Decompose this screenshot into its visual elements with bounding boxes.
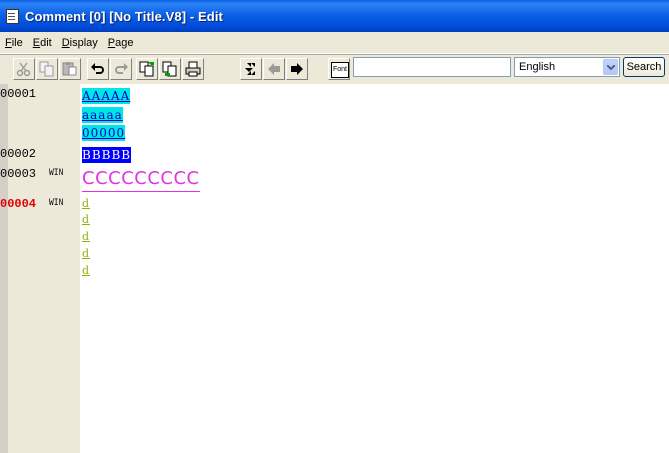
jump-button[interactable] — [240, 58, 262, 80]
redo-icon — [115, 63, 128, 74]
cell-upper-b[interactable]: BBBBB — [82, 147, 132, 163]
paste-icon — [62, 62, 77, 76]
copy-button[interactable] — [36, 58, 58, 80]
language-value: English — [519, 61, 556, 73]
back-button[interactable] — [263, 58, 285, 80]
language-select[interactable]: English — [514, 57, 620, 77]
line-number: 00002 — [0, 147, 37, 161]
cell-lower-d[interactable]: d — [82, 263, 90, 278]
cell-upper-a[interactable]: AAAAA — [82, 88, 131, 104]
search-input[interactable] — [353, 57, 511, 77]
cell-lower-d[interactable]: d — [82, 212, 90, 227]
paste-button[interactable] — [59, 58, 81, 80]
cell-lower-d[interactable]: d — [82, 196, 90, 211]
line-number-active: 00004 — [0, 197, 37, 211]
print-button[interactable] — [182, 58, 204, 80]
notepad-icon — [5, 8, 19, 24]
line-number: 00001 — [0, 87, 37, 101]
title-bar[interactable]: Comment [0] [No Title.V8] - Edit — [0, 0, 669, 32]
toolbar-history-group — [87, 58, 133, 82]
win-label: WIN — [49, 168, 64, 179]
cut-button[interactable] — [13, 58, 35, 80]
undo-icon — [91, 63, 104, 74]
undo-button[interactable] — [87, 58, 109, 80]
left-edge-bar — [0, 84, 8, 453]
jump-icon — [245, 63, 255, 75]
redo-button[interactable] — [110, 58, 132, 80]
font-label: Font — [331, 62, 349, 78]
toolbar-edit-group — [13, 58, 82, 82]
import-button[interactable] — [136, 58, 158, 80]
cell-lower-d[interactable]: d — [82, 246, 90, 261]
menu-bar: File Edit Display Page — [0, 32, 669, 54]
cell-upper-c[interactable]: CCCCCCCCC — [82, 167, 200, 192]
print-icon — [185, 61, 201, 77]
font-button[interactable]: Font — [328, 58, 350, 80]
chevron-down-icon[interactable] — [603, 59, 618, 75]
cell-lower-d[interactable]: d — [82, 229, 90, 244]
import-icon — [139, 61, 154, 77]
back-icon — [268, 63, 280, 75]
forward-button[interactable] — [286, 58, 308, 80]
menu-page[interactable]: Page — [103, 37, 139, 49]
line-gutter — [0, 84, 80, 453]
toolbar-font-group: Font — [328, 58, 350, 82]
line-number: 00003 — [0, 167, 37, 181]
document-area[interactable]: 00001 AAAAA aaaaa 00000 00002 BBBBB 0000… — [0, 84, 669, 453]
window-title: Comment [0] [No Title.V8] - Edit — [25, 8, 223, 24]
toolbar-nav-group — [240, 58, 309, 82]
export-icon — [162, 61, 177, 77]
app-window: Comment [0] [No Title.V8] - Edit File Ed… — [0, 0, 669, 453]
copy-icon — [39, 61, 54, 77]
win-label: WIN — [49, 198, 64, 209]
forward-icon — [291, 63, 303, 75]
menu-display[interactable]: Display — [57, 37, 103, 49]
menu-edit[interactable]: Edit — [28, 37, 57, 49]
toolbar-file-group — [136, 58, 205, 82]
export-button[interactable] — [159, 58, 181, 80]
cell-digits[interactable]: 00000 — [82, 125, 126, 141]
cell-lower-a[interactable]: aaaaa — [82, 107, 123, 123]
search-button[interactable]: Search — [623, 57, 665, 77]
cut-icon — [16, 62, 31, 77]
menu-file[interactable]: File — [0, 37, 28, 49]
